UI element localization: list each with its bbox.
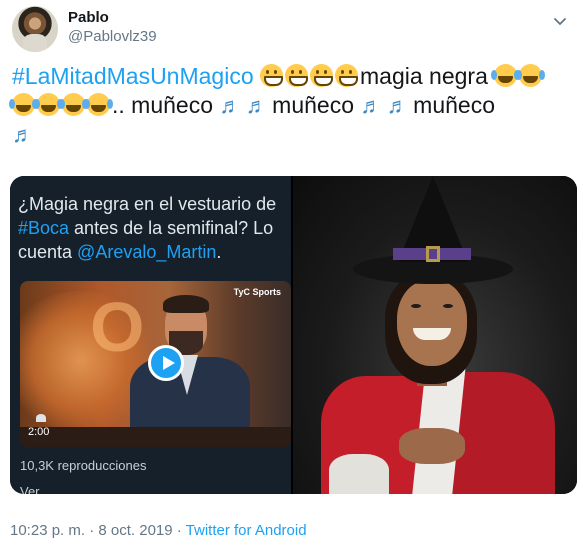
timestamp-text[interactable]: 10:23 p. m. · 8 oct. 2019 ·: [10, 522, 186, 539]
channel-logo: TyC Sports: [233, 287, 281, 297]
musical-notes-icon: ♬: [245, 93, 268, 118]
hands: [399, 428, 465, 464]
musical-notes-icon: ♬: [219, 93, 241, 118]
media-container: ¿Magia negra en el vestuario de #Boca an…: [10, 176, 577, 494]
presenter-hair: [163, 295, 209, 313]
avatar[interactable]: [12, 6, 58, 52]
play-icon[interactable]: [148, 345, 184, 381]
face: [397, 280, 467, 366]
studio-backdrop: O: [90, 288, 144, 366]
eye: [411, 304, 421, 308]
video-indicator-icon: [36, 414, 46, 422]
quoted-prefix: cuenta: [18, 242, 78, 262]
tweet-text-segment: .. muñeco: [112, 92, 213, 118]
tweet-text-segment: muñeco: [272, 92, 354, 118]
tweet-text-segment: muñeco: [413, 92, 495, 118]
view-count: 10,3K reproducciones: [20, 458, 147, 473]
grinning-face-icon: [310, 64, 334, 87]
quoted-tweet-text: ¿Magia negra en el vestuario de #Boca an…: [18, 192, 291, 264]
flag-white-fold: [329, 454, 389, 494]
studio-desk: [20, 427, 291, 447]
boca-hashtag: #Boca: [18, 218, 70, 238]
smile: [413, 328, 451, 340]
quoted-line: #Boca antes de la semifinal? Lo: [18, 216, 291, 240]
chevron-down-icon[interactable]: [551, 12, 569, 30]
grinning-face-icon: [335, 64, 359, 87]
tears-of-joy-icon: [516, 64, 543, 87]
mention-link: @Arevalo_Martin: [77, 242, 217, 262]
quoted-line: ¿Magia negra en el vestuario de: [18, 194, 277, 214]
more-link: Ver: [20, 484, 40, 494]
eye: [443, 304, 453, 308]
quoted-line: cuenta @Arevalo_Martin.: [18, 240, 291, 264]
musical-notes-icon: ♬: [360, 93, 382, 118]
tears-of-joy-icon: [59, 93, 85, 116]
quoted-suffix: .: [216, 242, 222, 262]
tweet-text: #LaMitadMasUnMagico magia negra .. muñec…: [9, 62, 577, 149]
musical-notes-icon: ♬: [12, 122, 34, 147]
quoted-tweet-screenshot[interactable]: ¿Magia negra en el vestuario de #Boca an…: [10, 176, 291, 494]
tweet-timestamp: 10:23 p. m. · 8 oct. 2019 · Twitter for …: [10, 522, 307, 539]
grinning-face-icon: [285, 64, 309, 87]
tears-of-joy-icon: [9, 93, 35, 116]
hashtag-link[interactable]: #LaMitadMasUnMagico: [12, 63, 254, 89]
tears-of-joy-icon: [491, 64, 518, 87]
source-link[interactable]: Twitter for Android: [186, 522, 307, 539]
author-name[interactable]: Pablo: [68, 9, 109, 26]
witch-photo[interactable]: [293, 176, 577, 494]
tears-of-joy-icon: [34, 93, 60, 116]
grinning-face-icon: [260, 64, 284, 87]
quoted-line-rest: antes de la semifinal? Lo: [69, 218, 274, 238]
author-handle[interactable]: @Pablovlz39: [68, 28, 157, 45]
video-duration: 2:00: [28, 426, 50, 438]
tweet-text-segment: magia negra: [360, 63, 488, 89]
witch-hat-buckle: [426, 246, 440, 262]
musical-notes-icon: ♬: [386, 93, 409, 118]
tears-of-joy-icon: [84, 93, 110, 116]
